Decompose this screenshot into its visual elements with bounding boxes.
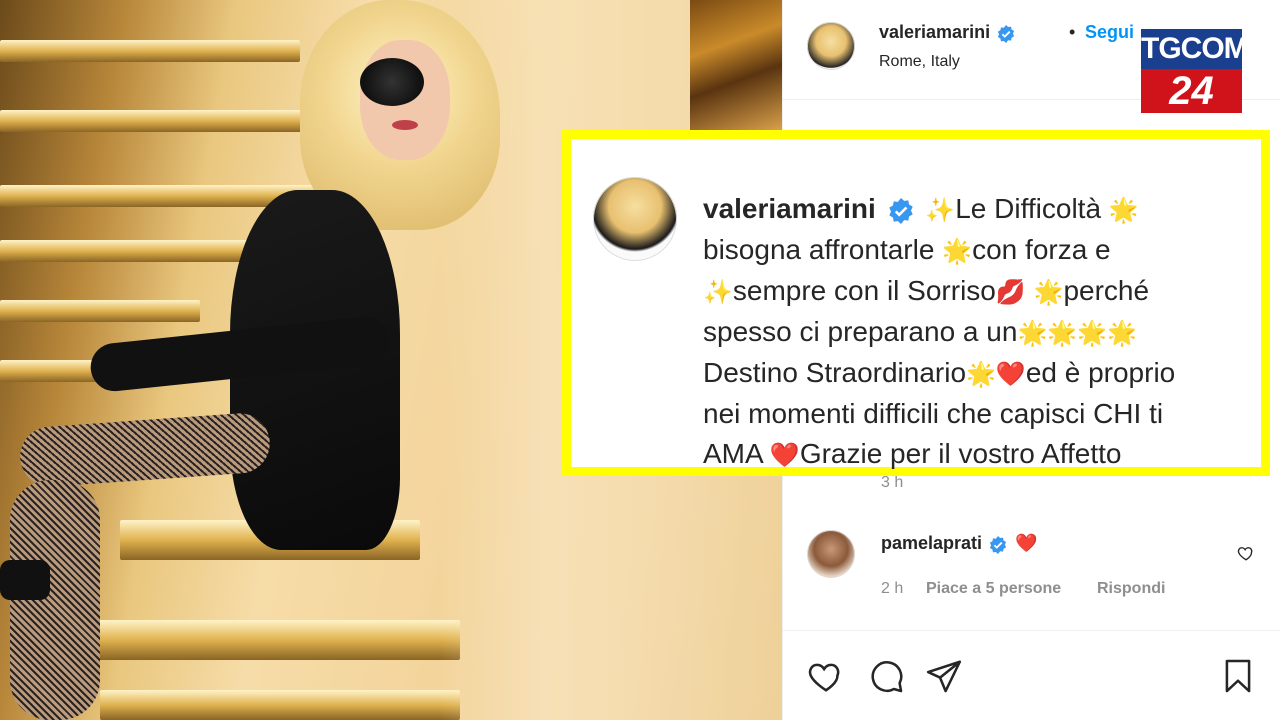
wall-painting xyxy=(690,0,782,130)
shoe xyxy=(0,560,50,600)
mirror-stair xyxy=(0,240,250,262)
comment-body: pamelaprati ❤️ xyxy=(881,533,1037,554)
like-comment-heart-icon[interactable] xyxy=(1237,544,1255,562)
leg xyxy=(10,480,100,720)
caption-line: Destino Straordinario xyxy=(703,357,967,388)
comment-text: ❤️ xyxy=(1014,533,1038,554)
comment-timestamp: 2 h xyxy=(881,580,904,597)
sparkles-emoji-icon: ✨ xyxy=(703,278,733,306)
tgcom24-logo: TGCOM 24 xyxy=(1141,29,1249,113)
like-heart-icon[interactable] xyxy=(807,657,845,695)
caption-timestamp: 3 h xyxy=(881,474,904,491)
author-avatar[interactable] xyxy=(807,22,855,70)
post-actions-bar xyxy=(783,630,1280,720)
kiss-mark-emoji-icon: 💋 xyxy=(995,278,1026,306)
verified-badge-icon xyxy=(989,535,1006,554)
caption-line: nei momenti difficili che capisci CHI ti xyxy=(703,398,1164,429)
mirror-stair xyxy=(80,620,460,660)
separator-dot: • xyxy=(1069,22,1076,42)
comment-bubble-icon[interactable] xyxy=(867,657,905,695)
caption-line: perché xyxy=(1063,275,1150,306)
highlighted-caption: valeriamarini ✨Le Difficoltà 🌟 bisogna a… xyxy=(562,130,1270,476)
glowing-star-emoji-icon: 🌟 xyxy=(1033,278,1064,306)
post-location[interactable]: Rome, Italy xyxy=(879,53,960,71)
author-username[interactable]: valeriamarini xyxy=(879,22,990,42)
caption-text: valeriamarini ✨Le Difficoltà 🌟 bisogna a… xyxy=(703,189,1223,475)
commenter-avatar[interactable] xyxy=(807,530,855,578)
tgcom-logo-top: TGCOM xyxy=(1141,29,1249,69)
red-heart-emoji-icon: ❤️ xyxy=(769,441,800,469)
glowing-star-emoji-icon: 🌟 xyxy=(1108,196,1139,224)
caption-line: Le Difficoltà xyxy=(955,193,1102,224)
caption-username[interactable]: valeriamarini xyxy=(703,193,876,224)
eyepatch xyxy=(360,58,424,106)
comment-likes[interactable]: Piace a 5 persone xyxy=(926,580,1061,598)
glowing-star-emoji-icon: 🌟 xyxy=(966,360,996,388)
verified-badge-icon xyxy=(997,24,1014,43)
verified-badge-icon xyxy=(888,197,913,224)
caption-line: sempre con il Sorriso xyxy=(732,275,996,306)
mirror-stair xyxy=(0,300,200,322)
caption-line: spesso ci preparano a un xyxy=(703,316,1018,347)
caption-line: con forza e xyxy=(972,234,1111,265)
lips xyxy=(392,120,418,130)
caption-line: ed è proprio xyxy=(1025,357,1176,388)
commenter-username[interactable]: pamelaprati xyxy=(881,533,982,553)
follow-button[interactable]: Segui xyxy=(1085,22,1134,43)
mirror-stair xyxy=(100,690,460,720)
glowing-star-emoji-icon: 🌟 xyxy=(942,237,973,265)
caption-line: bisogna affrontarle xyxy=(703,234,935,265)
red-heart-emoji-icon: ❤️ xyxy=(995,360,1026,388)
caption-line: Grazie per il vostro Affetto xyxy=(799,438,1122,469)
mirror-stair xyxy=(0,40,300,62)
comment-reply-button[interactable]: Rispondi xyxy=(1097,580,1165,598)
sparkles-emoji-icon: ✨ xyxy=(925,196,956,224)
mirror-stair xyxy=(0,110,320,132)
tgcom-logo-bottom: 24 xyxy=(1141,69,1242,113)
share-paper-plane-icon[interactable] xyxy=(925,657,963,695)
caption-author-avatar[interactable] xyxy=(593,177,677,261)
author-line: valeriamarini xyxy=(879,22,1015,43)
caption-line: AMA xyxy=(703,438,763,469)
save-bookmark-icon[interactable] xyxy=(1219,657,1257,695)
glowing-star-emoji-icon: 🌟🌟🌟🌟 xyxy=(1017,319,1137,347)
